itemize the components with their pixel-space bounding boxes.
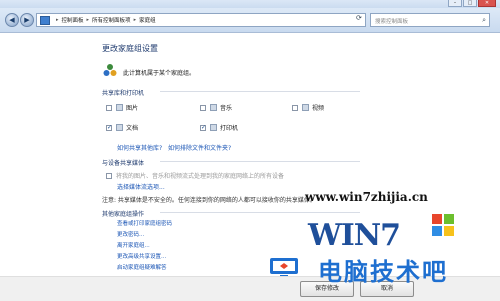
window-titlebar: – □ ✕ [0,0,500,8]
homegroup-status: 此计算机属于某个家庭组。 [123,70,196,77]
divider [160,212,360,213]
printer-icon [210,124,217,131]
media-section-title: 与设备共享媒体 [102,160,145,167]
chevron-right-icon[interactable]: ▸ [56,17,59,23]
share-other-libraries-link[interactable]: 如何共享其他库? [117,143,162,152]
breadcrumb-item-homegroup[interactable]: 家庭组 [139,16,156,24]
music-library-icon [210,104,217,111]
share-videos-checkbox[interactable]: 视频 [292,103,324,112]
share-pictures-checkbox[interactable]: 图片 [106,103,138,112]
homegroup-icon [103,64,117,76]
control-panel-icon [40,15,50,25]
chevron-right-icon[interactable]: ▸ [87,17,90,23]
checkbox[interactable] [200,104,206,111]
search-icon[interactable]: ⌕ [482,16,486,25]
breadcrumb-item-control-panel[interactable]: 控制面板 [62,16,84,24]
exclude-files-link[interactable]: 如何排除文件和文件夹? [168,143,231,152]
share-section-title: 共享库和打印机 [102,90,145,97]
documents-library-icon [116,124,123,131]
divider [160,91,360,92]
videos-library-icon [302,104,309,111]
change-password-link[interactable]: 更改密码... [117,230,144,238]
watermark-url: www.win7zhijia.cn [305,190,428,204]
media-streaming-options-link[interactable]: 选择媒体流选项... [117,182,165,191]
checkbox[interactable] [106,172,112,179]
checkbox-label: 图片 [126,105,139,112]
watermark-logo: WIN7 [308,218,401,253]
actions-section-title: 其他家庭组操作 [102,211,145,218]
divider [160,161,360,162]
security-note: 注意: 共享媒体是不安全的。任何连接到你的网络的人都可以接收你的共享媒体。 [102,197,316,204]
share-documents-checkbox[interactable]: 文档 [106,123,138,132]
chevron-right-icon[interactable]: ▸ [134,17,137,23]
page-title: 更改家庭组设置 [102,44,158,53]
checkbox[interactable] [292,104,298,111]
troubleshooter-link[interactable]: 启动家庭组疑难解答 [117,263,167,271]
advanced-sharing-link[interactable]: 更改高级共享设置... [117,252,166,260]
share-music-checkbox[interactable]: 音乐 [200,103,232,112]
back-button[interactable]: ◀ [5,13,19,27]
search-input[interactable]: 搜索控制面板 ⌕ [370,13,490,27]
windows-flag-icon [432,214,454,236]
watermark-subtitle: 电脑技术吧 [318,258,448,286]
leave-homegroup-link[interactable]: 离开家庭组... [117,241,150,249]
breadcrumb-item-all-items[interactable]: 所有控制面板项 [92,16,131,24]
minimize-button[interactable]: – [448,0,462,7]
address-toolbar: ◀ ▶ ▸ 控制面板 ▸ 所有控制面板项 ▸ 家庭组 ⟳ 搜索控制面板 ⌕ [0,8,500,33]
stream-media-checkbox[interactable]: 将我的图片、音乐和视频流式处理到我的家庭网络上的所有设备 [106,171,284,180]
search-placeholder: 搜索控制面板 [375,19,409,25]
share-printers-checkbox[interactable]: 打印机 [200,123,238,132]
refresh-icon[interactable]: ⟳ [356,14,362,22]
checkbox-label: 音乐 [220,105,233,112]
checkbox[interactable] [106,124,112,131]
checkbox-label: 打印机 [220,125,239,132]
checkbox-label: 将我的图片、音乐和视频流式处理到我的家庭网络上的所有设备 [116,173,285,180]
checkbox-label: 文档 [126,125,139,132]
forward-button[interactable]: ▶ [20,13,34,27]
breadcrumb[interactable]: ▸ 控制面板 ▸ 所有控制面板项 ▸ 家庭组 [36,13,366,27]
checkbox[interactable] [106,104,112,111]
close-button[interactable]: ✕ [478,0,496,7]
maximize-button[interactable]: □ [463,0,477,7]
checkbox-label: 视频 [312,105,325,112]
checkbox[interactable] [200,124,206,131]
pictures-library-icon [116,104,123,111]
view-print-password-link[interactable]: 查看或打印家庭组密码 [117,219,172,227]
